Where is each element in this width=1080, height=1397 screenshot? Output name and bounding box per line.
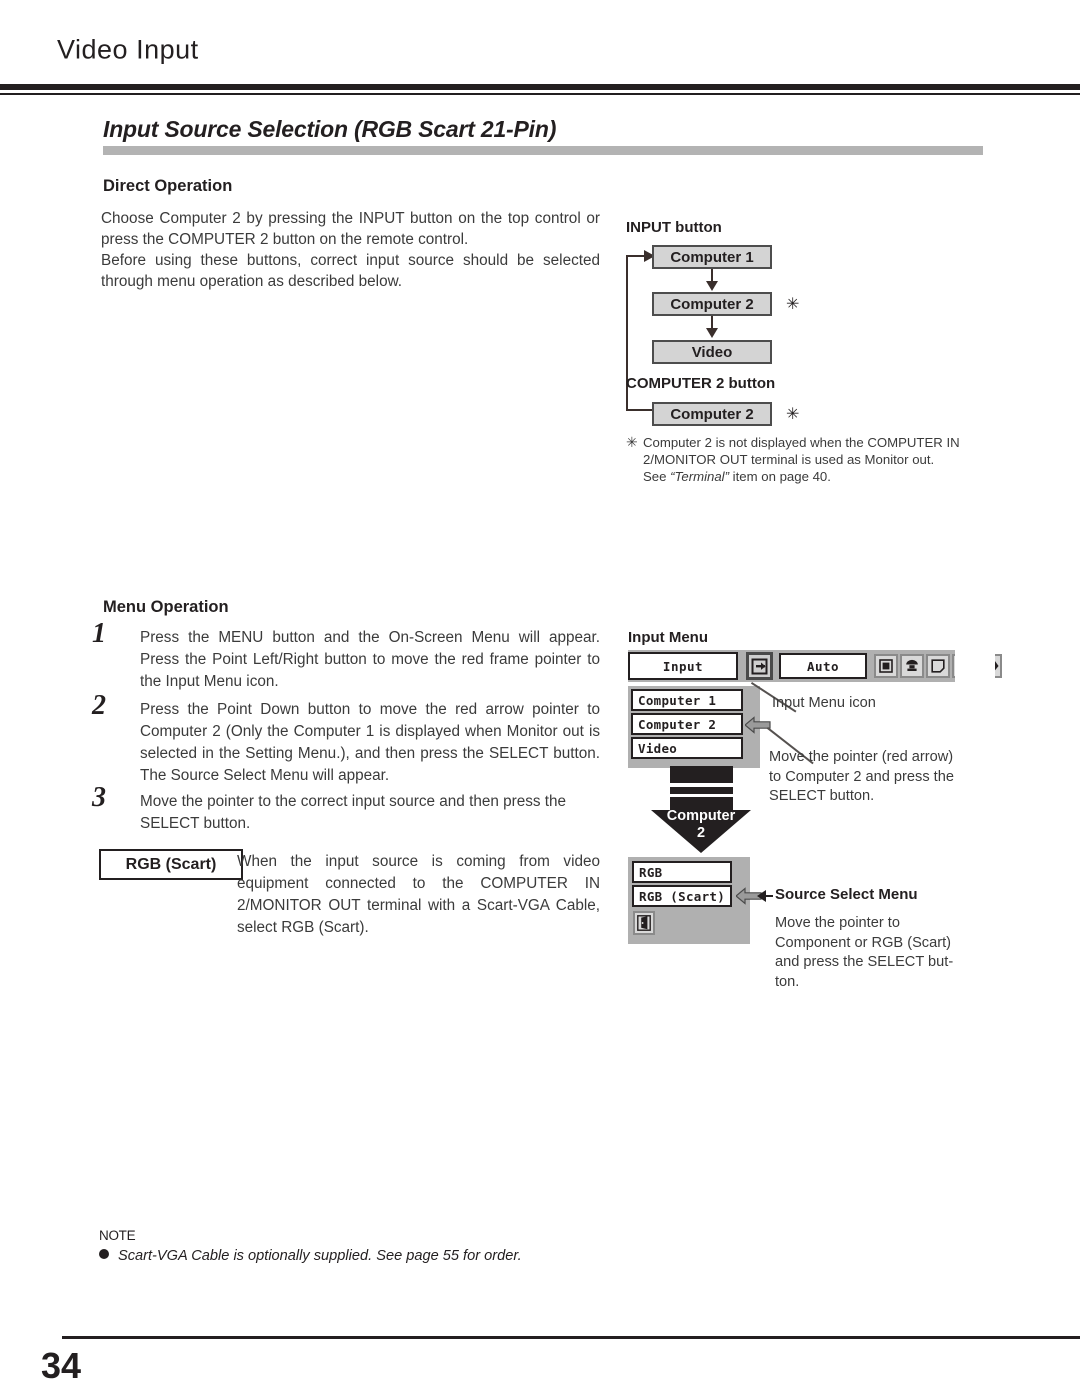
input-box-computer-1-label: Computer 1 xyxy=(670,248,754,266)
input-button-diagram-title: INPUT button xyxy=(626,219,722,236)
computer2-button-title: COMPUTER 2 button xyxy=(626,375,776,392)
loopback-wire-bottom xyxy=(626,409,654,411)
menu-step-2-text: Press the Point Down button to move the … xyxy=(140,701,600,784)
source-select-caption-line-1: Move the pointer to xyxy=(775,915,900,931)
input-menu-mock-title: Input Menu xyxy=(628,629,708,646)
footer-rule xyxy=(62,1336,1080,1339)
note-bullet-icon xyxy=(99,1249,109,1259)
header-rule-thick xyxy=(0,84,1080,90)
source-select-menu-title: Source Select Menu xyxy=(775,886,918,903)
menu-step-1-text: Press the MENU button and the On-Screen … xyxy=(140,629,600,690)
footnote-line-3-post: item on page 40. xyxy=(729,469,831,484)
footnote-line-2: 2/MONITOR OUT terminal is used as Monito… xyxy=(643,452,935,467)
auto-field-label: Auto xyxy=(806,658,840,674)
direct-operation-para-2: Before using these buttons, correct inpu… xyxy=(101,252,600,290)
arrow-caption-line-2: 2 xyxy=(696,825,706,841)
arrow-caption: Computer 2 xyxy=(651,808,751,842)
auto-field[interactable]: Auto xyxy=(779,653,867,679)
toolbar-right-clip xyxy=(955,646,995,686)
input-box-computer-2-label: Computer 2 xyxy=(670,295,754,313)
direct-operation-text: Choose Computer 2 by pressing the INPUT … xyxy=(101,208,600,292)
section-title-underline xyxy=(103,146,983,155)
arrow-bar-top xyxy=(670,766,733,783)
direct-operation-heading: Direct Operation xyxy=(103,177,233,195)
source-select-item-rgb-label: RGB xyxy=(639,864,663,880)
callout-move-pointer-line-2: to Computer 2 and press the xyxy=(769,768,954,785)
callout-move-pointer: Move the pointer (red arrow) to Computer… xyxy=(769,748,984,807)
input-menu-field-label: Input xyxy=(662,658,704,674)
input-box-computer-2-asterisk: ✳ xyxy=(786,296,800,313)
source-select-caption: Move the pointer to Component or RGB (Sc… xyxy=(775,914,990,992)
connector-1-2-arrowhead xyxy=(706,281,718,291)
menu-operation-heading: Menu Operation xyxy=(103,598,229,616)
page-number: 34 xyxy=(41,1345,82,1386)
arrow-bar-mid xyxy=(670,787,733,794)
menu-step-3-number: 3 xyxy=(92,782,106,813)
image-palette-icon[interactable] xyxy=(900,654,924,678)
input-menu-item-computer-2[interactable]: Computer 2 xyxy=(631,713,743,735)
computer2-button-asterisk: ✳ xyxy=(786,406,800,423)
footnote-line-3-emphasis: “Terminal” xyxy=(670,469,730,484)
input-menu-icon[interactable] xyxy=(746,652,773,680)
source-select-caption-line-3: and press the SELECT but- xyxy=(775,954,954,970)
computer-2-transition-arrow: Computer 2 xyxy=(651,766,751,856)
input-menu-item-video[interactable]: Video xyxy=(631,737,743,759)
menu-step-2-number: 2 xyxy=(92,690,106,721)
source-select-caption-line-2: Component or RGB (Scart) xyxy=(775,934,951,951)
note-title: NOTE xyxy=(99,1228,136,1243)
callout-input-menu-icon-text: Input Menu icon xyxy=(772,695,876,711)
leader-line-source-select-arrowhead xyxy=(757,890,766,902)
footnote-line-3-pre: See xyxy=(643,469,671,484)
connector-2-3-arrowhead xyxy=(706,328,718,338)
input-button-footnote: ✳ Computer 2 is not displayed when the C… xyxy=(626,434,973,485)
footnote-line-3: See “Terminal” item on page 40. xyxy=(643,468,973,485)
header-rule-thin xyxy=(0,93,1080,95)
callout-input-menu-icon: Input Menu icon xyxy=(772,694,876,714)
rgb-scart-callout-text-wrap: When the input source is coming from vid… xyxy=(237,851,600,939)
input-menu-field[interactable]: Input xyxy=(628,652,738,680)
input-box-computer-2: Computer 2 xyxy=(652,292,772,316)
direct-operation-para-1: Choose Computer 2 by pressing the INPUT … xyxy=(101,210,600,248)
input-box-video: Video xyxy=(652,340,772,364)
callout-move-pointer-line-3: SELECT button. xyxy=(769,788,875,804)
menu-step-1-number: 1 xyxy=(92,618,106,649)
callout-move-pointer-line-1: Move the pointer (red arrow) xyxy=(769,749,954,765)
rgb-scart-callout-box: RGB (Scart) xyxy=(99,849,243,880)
input-menu-item-computer-1[interactable]: Computer 1 xyxy=(631,689,743,711)
footnote-asterisk: ✳ xyxy=(626,434,638,450)
screen-square-icon[interactable] xyxy=(874,654,898,678)
rgb-scart-callout-label: RGB (Scart) xyxy=(125,855,217,873)
section-title: Input Source Selection (RGB Scart 21-Pin… xyxy=(103,116,557,142)
screen-page-icon[interactable] xyxy=(926,654,950,678)
input-box-video-label: Video xyxy=(691,343,733,361)
chapter-title: Video Input xyxy=(57,34,199,65)
source-select-item-rgb-scart-label: RGB (Scart) xyxy=(639,888,726,904)
source-select-caption-line-4: ton. xyxy=(775,973,800,990)
arrow-caption-line-1: Computer xyxy=(666,808,736,824)
loopback-wire-top xyxy=(626,255,646,257)
rgb-scart-callout-text: When the input source is coming from vid… xyxy=(237,853,600,936)
menu-step-1: 1 Press the MENU button and the On-Scree… xyxy=(92,620,600,693)
input-menu-item-computer-1-label: Computer 1 xyxy=(638,692,717,708)
computer2-button-box-label: Computer 2 xyxy=(670,405,754,423)
note-body: Scart-VGA Cable is optionally supplied. … xyxy=(99,1248,522,1264)
input-menu-item-computer-2-label: Computer 2 xyxy=(638,716,717,732)
input-menu-item-video-label: Video xyxy=(638,740,678,756)
footnote-line-1: Computer 2 is not displayed when the COM… xyxy=(643,435,960,450)
menu-step-2: 2 Press the Point Down button to move th… xyxy=(92,692,600,787)
menu-pointer-arrow-computer-2 xyxy=(744,715,771,735)
exit-door-icon[interactable] xyxy=(633,911,655,935)
computer2-button-box: Computer 2 xyxy=(652,402,772,426)
input-box-computer-1: Computer 1 xyxy=(652,245,772,269)
note-text: Scart-VGA Cable is optionally supplied. … xyxy=(118,1248,522,1264)
menu-step-3: 3 Move the pointer to the correct input … xyxy=(92,784,600,835)
source-select-item-rgb[interactable]: RGB xyxy=(632,861,732,883)
source-select-item-rgb-scart[interactable]: RGB (Scart) xyxy=(632,885,732,907)
menu-step-3-text: Move the pointer to the correct input so… xyxy=(140,793,567,832)
